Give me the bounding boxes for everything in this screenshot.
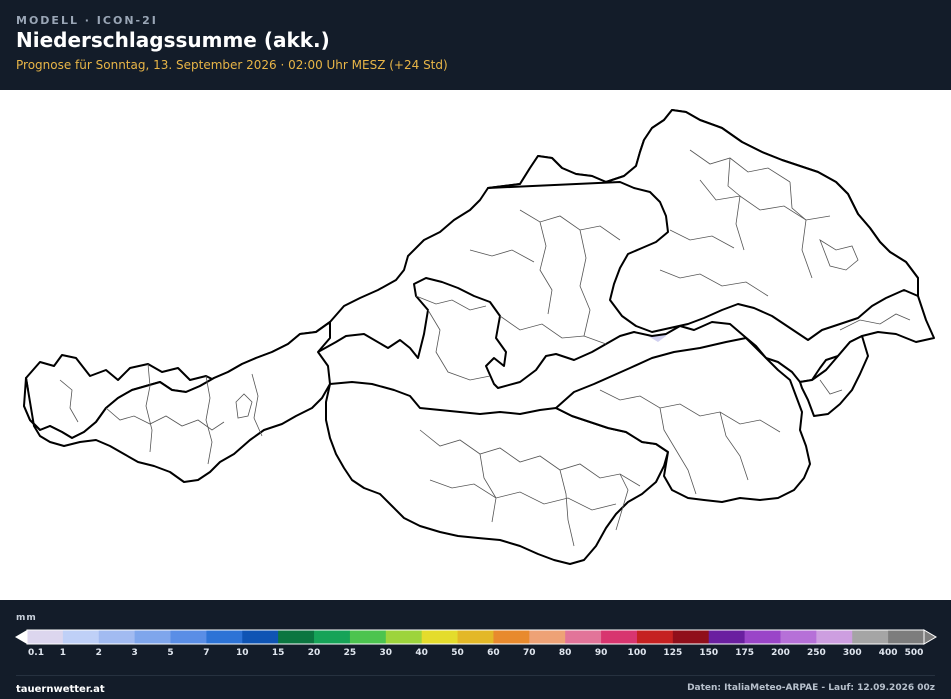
data-credit: Daten: ItaliaMeteo-ARPAE - Lauf: 12.09.2… — [687, 683, 935, 693]
scale-bin — [672, 630, 710, 644]
legend-tick-label: 175 — [735, 648, 754, 658]
forecast-time: Prognose für Sonntag, 13. September 2026… — [16, 58, 448, 72]
legend-tick-label: 5 — [167, 648, 174, 658]
scale-bin — [744, 630, 781, 644]
legend-tick-label: 125 — [663, 648, 683, 658]
legend-tick-label: 40 — [415, 648, 428, 658]
austria-map-svg — [23, 109, 935, 565]
legend-tick-label: 90 — [594, 648, 608, 658]
scale-bin — [816, 630, 853, 644]
scale-arrow-left — [15, 630, 27, 644]
scale-bin — [601, 630, 638, 644]
legend-tick-label: 70 — [523, 648, 536, 658]
legend-tick-label: 500 — [904, 648, 924, 658]
country-border — [23, 109, 935, 565]
scale-bin — [62, 630, 100, 644]
scale-bin — [852, 630, 889, 644]
header: MODELL · ICON-2I Niederschlagssumme (akk… — [0, 0, 951, 90]
scale-arrow-right — [923, 629, 937, 645]
page-title: Niederschlagssumme (akk.) — [16, 28, 330, 52]
legend-tick-label: 0.1 — [28, 648, 44, 658]
legend-tick-label: 10 — [236, 648, 249, 658]
legend-tick-label: 150 — [699, 648, 719, 658]
legend-tick-label: 80 — [558, 648, 572, 658]
scale-bin — [385, 630, 423, 644]
scale-bin — [708, 630, 746, 644]
scale-bin — [134, 630, 172, 644]
precipitation-map — [0, 90, 951, 600]
scale-bin — [278, 630, 315, 644]
legend-tick-label: 7 — [203, 648, 210, 658]
legend-tick-label: 200 — [771, 648, 790, 658]
scale-bin — [206, 630, 243, 644]
legend-tick-label: 25 — [343, 648, 357, 658]
scale-bin — [780, 630, 817, 644]
scale-bin — [98, 630, 136, 644]
divider — [16, 675, 935, 676]
legend-tick-label: 50 — [451, 648, 464, 658]
model-label: MODELL · ICON-2I — [16, 14, 158, 27]
legend-tick-label: 1 — [59, 648, 67, 658]
legend-tick-label: 2 — [95, 648, 102, 658]
footer: mm 0.1 1 2 3 5 7 10 15 20 25 30 40 50 60 70 80 90 100 125 1… — [0, 600, 951, 699]
scale-bin — [565, 630, 602, 644]
scale-bin — [457, 630, 494, 644]
scale-bin — [636, 630, 674, 644]
legend-tick-label: 300 — [842, 648, 862, 658]
scale-bin — [888, 630, 925, 644]
scale-bin — [170, 630, 207, 644]
brand-label: tauernwetter.at — [16, 684, 105, 695]
legend-tick-label: 3 — [131, 648, 138, 658]
scale-bin — [27, 630, 64, 644]
scale-bin — [493, 630, 530, 644]
legend-tick-label: 100 — [627, 648, 647, 658]
legend-tick-label: 30 — [379, 648, 393, 658]
legend-tick-label: 15 — [271, 648, 285, 658]
scale-bin — [421, 630, 459, 644]
legend-tick-label: 250 — [806, 648, 826, 658]
scale-bin — [529, 630, 566, 644]
scale-bin — [242, 630, 279, 644]
legend-tick-label: 20 — [307, 648, 321, 658]
legend-tick-label: 400 — [878, 648, 898, 658]
scale-bin — [349, 630, 387, 644]
scale-bin — [314, 630, 351, 644]
legend-tick-label: 60 — [487, 648, 500, 658]
